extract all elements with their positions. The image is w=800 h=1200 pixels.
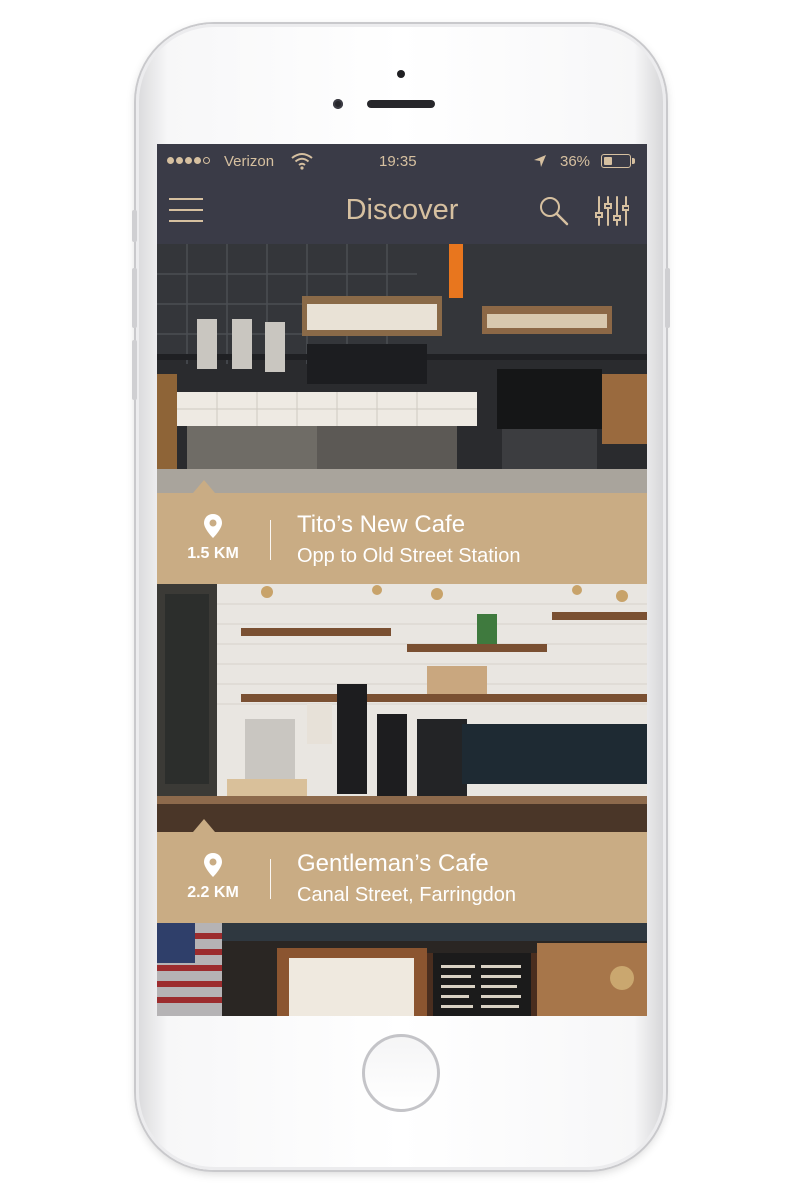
- app-screen: Verizon 19:35 36% Discover 1.5 KM Tito’s…: [157, 144, 647, 1016]
- search-icon[interactable]: [538, 195, 570, 227]
- phone-volume-down-button: [132, 340, 137, 400]
- card-pointer: [193, 480, 215, 493]
- cafe-photo: [157, 244, 647, 493]
- home-button[interactable]: [362, 1034, 440, 1112]
- sliders-filter-icon[interactable]: [595, 195, 629, 227]
- cafe-address: Opp to Old Street Station: [297, 545, 521, 567]
- battery-tip: [632, 158, 635, 164]
- signal-strength-icon: [167, 157, 210, 164]
- cafe-photo: [157, 923, 647, 1016]
- cafe-card[interactable]: [157, 923, 647, 1016]
- clock-time: 19:35: [379, 153, 417, 170]
- info-divider: [270, 520, 271, 560]
- page-title: Discover: [345, 194, 459, 226]
- front-sensor: [397, 70, 405, 78]
- location-pin-icon: [204, 853, 222, 877]
- phone-volume-up-button: [132, 268, 137, 328]
- cafe-card[interactable]: 2.2 KM Gentleman’s Cafe Canal Street, Fa…: [157, 584, 647, 923]
- cafe-name: Tito’s New Cafe: [297, 511, 466, 538]
- location-pin-icon: [204, 514, 222, 538]
- cafe-photo: [157, 584, 647, 832]
- cafe-name: Gentleman’s Cafe: [297, 850, 489, 877]
- cafe-card[interactable]: 1.5 KM Tito’s New Cafe Opp to Old Street…: [157, 244, 647, 584]
- battery-percentage: 36%: [560, 153, 591, 170]
- battery-icon: [601, 154, 631, 168]
- front-camera: [333, 99, 343, 109]
- carrier-name: Verizon: [224, 153, 275, 170]
- status-bar: Verizon 19:35 36%: [157, 144, 647, 180]
- cafe-feed: 1.5 KM Tito’s New Cafe Opp to Old Street…: [157, 244, 647, 1016]
- earpiece-speaker: [367, 100, 435, 108]
- cafe-info-bar: 2.2 KM Gentleman’s Cafe Canal Street, Fa…: [157, 832, 647, 923]
- distance-label: 2.2 KM: [187, 884, 239, 901]
- phone-power-button: [665, 268, 670, 328]
- wifi-icon: [291, 153, 313, 170]
- navigation-bar: Discover: [157, 180, 647, 244]
- card-pointer: [193, 819, 215, 832]
- distance-label: 1.5 KM: [187, 545, 239, 562]
- cafe-address: Canal Street, Farringdon: [297, 884, 517, 906]
- cafe-info-bar: 1.5 KM Tito’s New Cafe Opp to Old Street…: [157, 493, 647, 584]
- info-divider: [270, 859, 271, 899]
- location-arrow-icon: [534, 155, 546, 167]
- phone-side-button: [132, 210, 137, 242]
